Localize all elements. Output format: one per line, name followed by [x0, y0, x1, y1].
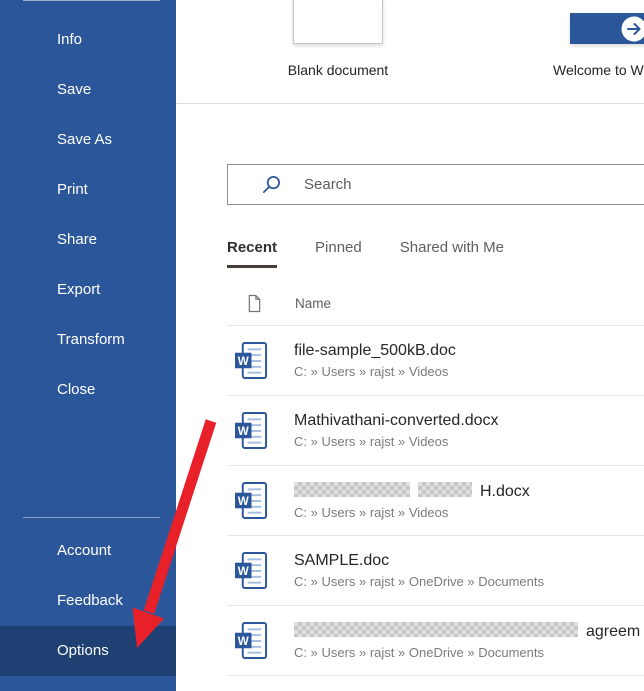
sidebar-item-export[interactable]: Export: [0, 265, 176, 315]
word-doc-icon: W: [235, 481, 268, 520]
file-row[interactable]: W H.docx C: » Users » rajst » Videos: [227, 466, 644, 536]
tab-shared-with-me[interactable]: Shared with Me: [400, 239, 504, 268]
template-welcome-label: Welcome to W: [553, 62, 644, 78]
sidebar-item-info[interactable]: Info: [0, 15, 176, 65]
sidebar-item-options[interactable]: Options: [0, 626, 176, 676]
file-path: C: » Users » rajst » Videos: [294, 364, 449, 379]
backstage-main: Blank document Welcome to W Recent Pinne…: [176, 0, 644, 691]
redacted-text: [418, 481, 472, 497]
sidebar-item-save[interactable]: Save: [0, 65, 176, 115]
sidebar-item-account[interactable]: Account: [0, 526, 176, 576]
file-list-tabs: Recent Pinned Shared with Me: [227, 239, 542, 268]
file-name: file-sample_500kB.doc: [294, 342, 456, 359]
file-row[interactable]: W agreem C: » Users » rajst » OneDrive »…: [227, 606, 644, 676]
templates-section-divider: [176, 103, 644, 104]
file-row-text: SAMPLE.doc C: » Users » rajst » OneDrive…: [294, 552, 544, 589]
template-blank-document-thumbnail[interactable]: [293, 0, 383, 44]
sidebar-item-feedback[interactable]: Feedback: [0, 576, 176, 626]
svg-text:W: W: [238, 565, 249, 578]
tab-recent[interactable]: Recent: [227, 239, 278, 268]
sidebar-item-share[interactable]: Share: [0, 215, 176, 265]
search-input[interactable]: [282, 176, 644, 193]
recent-files-list: W file-sample_500kB.doc C: » Users » raj…: [227, 325, 644, 676]
word-backstage-view: { "sidebar": { "items": [ {"label": "Inf…: [0, 0, 644, 691]
search-icon: [261, 174, 282, 195]
sidebar-divider: [23, 517, 160, 518]
file-name-visible: agreem: [586, 622, 641, 640]
svg-text:W: W: [238, 355, 249, 368]
svg-text:W: W: [238, 635, 249, 648]
word-doc-icon: W: [235, 341, 268, 380]
file-path: C: » Users » rajst » Videos: [294, 434, 449, 449]
welcome-arrow-icon: [621, 16, 644, 42]
redacted-text: [294, 481, 410, 497]
file-name: agreem: [294, 621, 641, 641]
sidebar-item-transform[interactable]: Transform: [0, 315, 176, 365]
word-doc-icon: W: [235, 621, 268, 660]
file-row-text: Mathivathani-converted.docx C: » Users »…: [294, 412, 499, 449]
svg-text:W: W: [238, 425, 249, 438]
file-row-text: H.docx C: » Users » rajst » Videos: [294, 481, 530, 520]
tab-pinned[interactable]: Pinned: [315, 239, 362, 268]
document-page-icon: [247, 294, 262, 313]
sidebar-item-close[interactable]: Close: [0, 365, 176, 415]
file-row-text: file-sample_500kB.doc C: » Users » rajst…: [294, 342, 456, 379]
file-name: Mathivathani-converted.docx: [294, 412, 499, 429]
search-box[interactable]: [227, 164, 644, 205]
word-doc-icon: W: [235, 551, 268, 590]
file-row-text: agreem C: » Users » rajst » OneDrive » D…: [294, 621, 641, 660]
sidebar-nav-bottom: Account Feedback Options: [0, 526, 176, 676]
file-path: C: » Users » rajst » OneDrive » Document…: [294, 644, 544, 660]
list-header: Name: [227, 292, 331, 314]
file-row[interactable]: W Mathivathani-converted.docx C: » Users…: [227, 396, 644, 466]
sidebar-top-divider: [23, 0, 160, 1]
file-row[interactable]: W SAMPLE.doc C: » Users » rajst » OneDri…: [227, 536, 644, 606]
backstage-sidebar: Info Save Save As Print Share Export Tra…: [0, 0, 176, 691]
file-name-visible: H.docx: [480, 482, 530, 500]
sidebar-nav-top: Info Save Save As Print Share Export Tra…: [0, 15, 176, 415]
sidebar-item-save-as[interactable]: Save As: [0, 115, 176, 165]
file-path: C: » Users » rajst » OneDrive » Document…: [294, 574, 544, 589]
file-name: SAMPLE.doc: [294, 552, 390, 569]
file-name: H.docx: [294, 481, 530, 501]
file-path: C: » Users » rajst » Videos: [294, 504, 449, 520]
template-blank-document-label: Blank document: [287, 62, 389, 78]
template-welcome-thumbnail[interactable]: [570, 13, 644, 44]
word-doc-icon: W: [235, 411, 268, 450]
name-column-header[interactable]: Name: [295, 296, 331, 311]
file-row[interactable]: W file-sample_500kB.doc C: » Users » raj…: [227, 326, 644, 396]
sidebar-item-print[interactable]: Print: [0, 165, 176, 215]
svg-text:W: W: [238, 495, 249, 508]
redacted-text: [294, 621, 578, 637]
